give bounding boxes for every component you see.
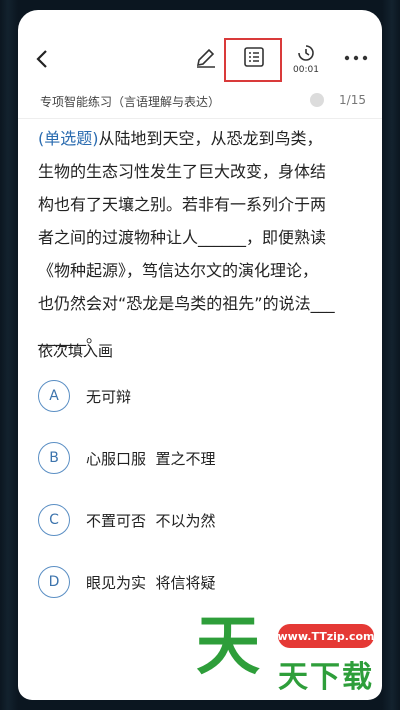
option-letter: A — [38, 380, 70, 412]
timer-button[interactable] — [296, 43, 316, 63]
watermark-url: www.TTzip.com — [278, 624, 375, 648]
option-a[interactable]: A 无可辩 — [38, 380, 358, 416]
highlight-box — [224, 38, 282, 82]
option-letter: B — [38, 442, 70, 474]
question-line: 《物种起源》，笃信达尔文的演化理论， — [38, 261, 319, 280]
option-c[interactable]: C 不置可否 不以为然 — [38, 504, 358, 540]
question-line: 也仍然会对“恐龙是鸟类的祖先”的说法___ — [38, 294, 335, 313]
more-button[interactable] — [344, 54, 368, 62]
practice-subheader: 专项智能练习（言语理解与表达） 1/15 — [18, 88, 382, 119]
question-stem: (单选题)从陆地到天空，从恐龙到鸟类， 生物的生态习性发生了巨大改变，身体结 构… — [38, 122, 372, 353]
option-text: 眼见为实 将信将疑 — [86, 574, 216, 592]
question-line: 者之间的过渡物种让人______，即便熟读 — [38, 228, 327, 247]
app-screen: 00:01 专项智能练习（言语理解与表达） 1/15 (单选题)从陆地到天空，从… — [18, 10, 382, 700]
question-line: 从陆地到天空，从恐龙到鸟类， — [98, 129, 323, 148]
question-line: 生物的生态习性发生了巨大改变，身体结 — [38, 162, 327, 181]
site-watermark: 天 www.TTzip.com 天下载 — [196, 612, 386, 696]
watermark-logo: 天 — [196, 610, 260, 684]
option-text: 无可辩 — [86, 388, 132, 406]
watermark-text: 天下载 — [278, 660, 374, 695]
back-button[interactable] — [32, 48, 54, 70]
more-dots-icon — [344, 55, 368, 61]
option-text: 心服口服 置之不理 — [86, 450, 216, 468]
question-type-tag: (单选题) — [38, 129, 99, 148]
option-text: 不置可否 不以为然 — [86, 512, 216, 530]
question-line: 构也有了天壤之别。若非有一系列介于两 — [38, 195, 327, 214]
clock-icon — [298, 45, 314, 61]
chevron-left-icon — [36, 50, 47, 68]
question-progress: 1/15 — [339, 93, 366, 107]
edit-button[interactable] — [194, 46, 218, 70]
top-toolbar: 00:01 — [18, 10, 382, 84]
timer-label: 00:01 — [293, 65, 319, 75]
practice-title: 专项智能练习（言语理解与表达） — [40, 95, 221, 109]
question-instruction: 依次填入画 — [38, 342, 114, 360]
option-letter: D — [38, 566, 70, 598]
option-b[interactable]: B 心服口服 置之不理 — [38, 442, 358, 478]
pencil-icon — [196, 48, 215, 68]
option-d[interactable]: D 眼见为实 将信将疑 — [38, 566, 358, 602]
bookmark-icon[interactable] — [310, 93, 324, 107]
option-letter: C — [38, 504, 70, 536]
